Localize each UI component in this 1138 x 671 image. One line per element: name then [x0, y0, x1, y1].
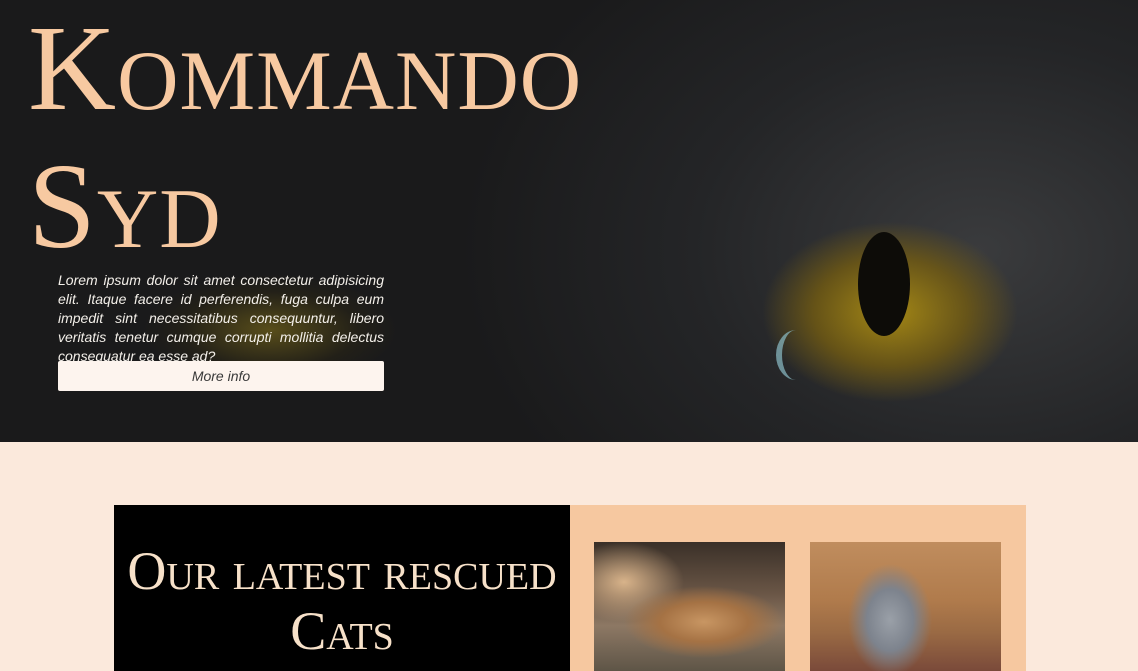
cat-photo-gray-kitten[interactable] — [810, 542, 1001, 671]
rescued-cats-section: Our latest rescued Cats — [114, 505, 1026, 671]
hero-title-line-1: Kommando — [28, 1, 583, 136]
cat-photo-tabby[interactable] — [594, 542, 785, 671]
hero-title-line-2: Syd — [28, 139, 222, 274]
hero-description: Lorem ipsum dolor sit amet consectetur a… — [58, 272, 384, 364]
hero-title: Kommando Syd — [28, 0, 582, 276]
more-info-button[interactable]: More info — [58, 361, 384, 391]
hero-banner: Kommando Syd Lorem ipsum dolor sit amet … — [0, 0, 1138, 442]
cat-eye-pupil — [858, 232, 910, 336]
rescued-cats-heading: Our latest rescued Cats — [127, 541, 557, 661]
rescued-cats-gallery — [570, 505, 1026, 671]
cat-eye-glint — [776, 330, 816, 380]
rescued-cats-intro: Our latest rescued Cats — [114, 505, 570, 671]
